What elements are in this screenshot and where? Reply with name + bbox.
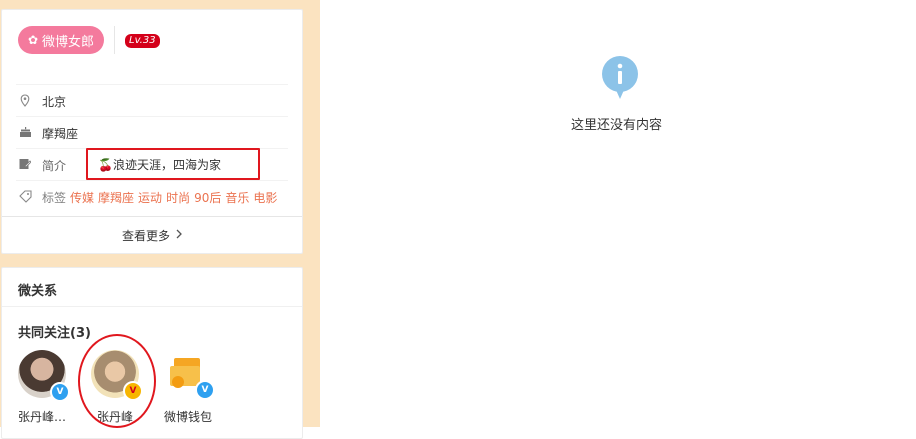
location-pin-icon	[18, 93, 32, 107]
badge-divider	[114, 26, 115, 54]
bio-label: 简介	[42, 159, 67, 173]
avatar-circle-annotation	[78, 334, 156, 428]
tag-link[interactable]: 音乐	[225, 191, 249, 205]
weibo-girl-badge[interactable]: ✿ 微博女郎	[18, 26, 104, 54]
cherry-emoji-icon: 🍒	[98, 158, 113, 172]
user-name[interactable]: 微博钱包	[164, 408, 212, 425]
location-row: 北京	[16, 84, 288, 116]
butterfly-icon: ✿	[27, 33, 39, 47]
relations-divider	[2, 306, 302, 307]
tag-icon	[18, 189, 32, 203]
tag-link[interactable]: 90后	[194, 191, 221, 205]
tags-row: 标签 传媒 摩羯座 运动 时尚 90后 音乐 电影	[16, 180, 288, 212]
zodiac-row: 摩羯座	[16, 116, 288, 148]
profile-info-card: ✿ 微博女郎 Lv.33 北京 摩羯座 简介 🍒浪迹天涯，四海为家 标签传媒摩	[1, 9, 303, 254]
verified-badge-icon: V	[50, 382, 70, 402]
verified-badge-icon: V	[195, 380, 215, 400]
bio-text: 🍒浪迹天涯，四海为家	[98, 158, 221, 172]
tag-link[interactable]: 传媒	[70, 191, 94, 205]
see-more-label: 查看更多	[121, 228, 170, 243]
zodiac-text: 摩羯座	[42, 127, 79, 141]
bio-highlight-annotation: 🍒浪迹天涯，四海为家	[86, 148, 260, 180]
level-badge[interactable]: Lv.33	[125, 34, 160, 48]
mutual-follow-title: 共同关注(3)	[18, 326, 91, 341]
tag-link[interactable]: 时尚	[166, 191, 190, 205]
relations-card: 微关系 共同关注(3) V 张丹峰… V 张丹峰 V 微博钱包	[1, 267, 303, 439]
relations-title: 微关系	[18, 284, 58, 299]
tag-link[interactable]: 运动	[138, 191, 162, 205]
user-name[interactable]: 张丹峰…	[18, 408, 66, 425]
info-icon	[602, 56, 638, 100]
tag-link[interactable]: 电影	[253, 191, 277, 205]
badge-label: 微博女郎	[42, 34, 95, 50]
empty-state-text: 这里还没有内容	[571, 118, 663, 133]
tag-link[interactable]: 摩羯座	[98, 191, 134, 205]
cake-icon	[18, 125, 32, 139]
edit-icon	[18, 157, 32, 171]
location-text: 北京	[42, 95, 67, 109]
bio-row: 简介 🍒浪迹天涯，四海为家	[16, 148, 288, 180]
tags-label: 标签	[42, 191, 67, 205]
chevron-right-icon	[176, 228, 182, 242]
see-more-button[interactable]: 查看更多	[2, 216, 302, 253]
